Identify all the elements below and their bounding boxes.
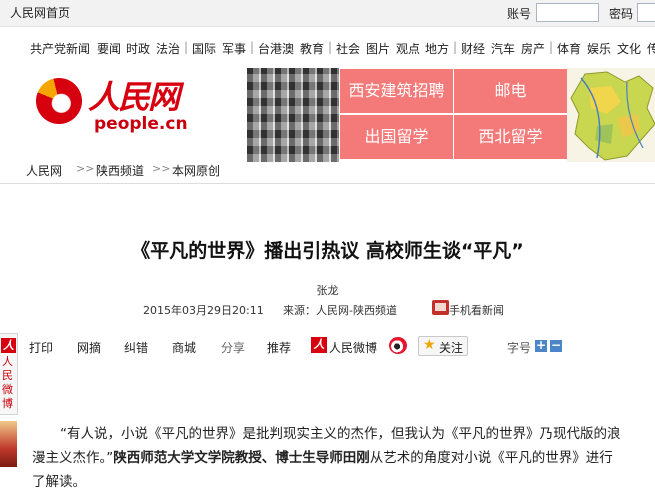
nav-divider: | (250, 40, 255, 54)
nav-item[interactable]: 时政 (126, 40, 150, 57)
nav-item[interactable]: 观点 (396, 40, 420, 57)
nav-item[interactable]: 国际 (192, 40, 216, 57)
logo-text-en: people.cn (94, 114, 188, 134)
banner-exam-photo[interactable] (247, 68, 339, 162)
breadcrumb-link[interactable]: 人民网 (26, 162, 62, 179)
article-datetime: 2015年03月29日20:11 (143, 304, 264, 317)
password-label: 密码 (609, 7, 634, 21)
site-logo[interactable]: 人民网 people.cn (36, 72, 188, 136)
nav-item[interactable]: 文化 (617, 40, 641, 57)
ad-link[interactable]: 西安建筑招聘 (340, 69, 453, 113)
nav-item[interactable]: 共产党新闻 (30, 40, 90, 57)
shop-button[interactable]: 商城 (172, 339, 196, 356)
share-label: 分享 (221, 341, 246, 355)
bookmark-button[interactable]: 网摘 (77, 339, 101, 356)
banner-map-image[interactable] (567, 68, 655, 162)
account-input[interactable] (536, 3, 599, 22)
side-avatar-image[interactable] (0, 421, 17, 467)
nav-item[interactable]: 法治 (156, 40, 180, 57)
nav-item[interactable]: 体育 (557, 40, 581, 57)
nav-divider: | (549, 40, 554, 54)
nav-divider: | (184, 40, 189, 54)
font-size-label: 字号 (507, 341, 532, 355)
nav-item[interactable]: 社会 (336, 40, 360, 57)
nav-item[interactable]: 教育 (300, 40, 324, 57)
mobile-phone-icon[interactable] (432, 300, 449, 315)
article-title: 《平凡的世界》播出引热议 高校师生谈“平凡” (131, 240, 524, 262)
print-button[interactable]: 打印 (29, 339, 53, 356)
nav-divider: | (453, 40, 458, 54)
breadcrumb-link[interactable]: 本网原创 (172, 162, 220, 179)
follow-label: 关注 (439, 341, 464, 355)
side-badge-label: 人民微博 (2, 355, 13, 410)
nav-item[interactable]: 汽车 (491, 40, 515, 57)
article-author: 张龙 (316, 284, 339, 297)
divider (0, 183, 655, 184)
ad-link[interactable]: 西北留学 (454, 115, 567, 159)
people-weibo-label: 人民微博 (329, 341, 378, 355)
font-increase-button[interactable]: + (535, 339, 547, 352)
ad-link[interactable]: 出国留学 (340, 115, 453, 159)
star-icon: ★ (423, 337, 436, 353)
font-decrease-button[interactable]: − (550, 339, 562, 352)
ad-link[interactable]: 邮电 (454, 69, 567, 113)
article-paragraph: “有人说，小说《平凡的世界》是批判现实主义的杰作，但我认为《平凡的世界》乃现代版… (32, 422, 622, 494)
home-link[interactable]: 人民网首页 (10, 4, 70, 21)
report-error-button[interactable]: 纠错 (124, 339, 148, 356)
nav-item[interactable]: 娱乐 (587, 40, 611, 57)
sina-weibo-icon[interactable] (389, 337, 407, 354)
password-input[interactable] (637, 3, 655, 22)
recommend-button[interactable]: 推荐 (267, 339, 291, 356)
nav-divider: | (328, 40, 333, 54)
breadcrumb-arrow-icon: >> (152, 162, 171, 175)
nav-item[interactable]: 要闻 (97, 40, 121, 57)
breadcrumb-arrow-icon: >> (76, 162, 95, 175)
top-bar: 人民网首页 账号 密码 (0, 0, 655, 27)
paragraph-bold-text: 陕西师范大学文学院教授、博士生导师田刚 (113, 450, 370, 466)
logo-swirl-icon (36, 78, 82, 124)
nav-item[interactable]: 台港澳 (258, 40, 294, 57)
breadcrumb-link[interactable]: 陕西频道 (96, 162, 144, 179)
channel-nav: 共产党新闻 要闻 时政 法治 | 国际 军事 | 台港澳 教育 | 社会 图片 … (0, 40, 655, 56)
nav-item[interactable]: 房产 (521, 40, 545, 57)
article-source[interactable]: 来源：人民网-陕西频道 (283, 302, 397, 318)
mobile-news-link[interactable]: 手机看新闻 (449, 302, 504, 318)
people-weibo-icon: 人 (311, 337, 327, 353)
logo-text-cn: 人民网 (88, 78, 180, 116)
nav-item[interactable]: 传 (647, 40, 655, 57)
nav-item[interactable]: 图片 (366, 40, 390, 57)
follow-button[interactable]: ★ 关注 (418, 336, 468, 356)
nav-item[interactable]: 财经 (461, 40, 485, 57)
nav-item[interactable]: 地方 (425, 40, 449, 57)
nav-item[interactable]: 军事 (222, 40, 246, 57)
article-toolbar: 打印 网摘 纠错 商城 分享 推荐 人 人民微博 ★ 关注 字号 + − (0, 336, 655, 359)
account-label: 账号 (507, 7, 532, 21)
